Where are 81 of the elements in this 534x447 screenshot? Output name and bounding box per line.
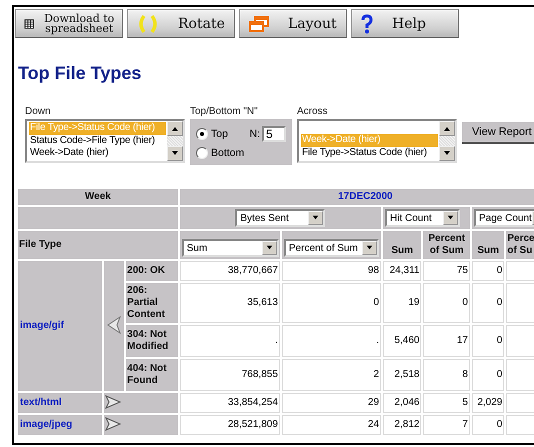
field-label: Down bbox=[25, 106, 52, 118]
table-cell: 2 bbox=[282, 359, 382, 391]
row-header: 200: OK bbox=[126, 261, 178, 281]
table-cell: 24,311 bbox=[383, 261, 422, 281]
table-cell: 19 bbox=[383, 283, 422, 323]
scroll-up-icon[interactable] bbox=[439, 121, 455, 136]
toolbar-button[interactable]: Download to spreadsheet bbox=[15, 9, 123, 38]
table-cell: 17 bbox=[423, 325, 470, 357]
file-type-link[interactable]: image/jpeg bbox=[18, 415, 102, 435]
field-label: Top/Bottom "N" bbox=[190, 106, 259, 118]
measure-select[interactable]: Page Count bbox=[474, 209, 534, 227]
table-cell: 29 bbox=[282, 393, 382, 413]
caret-icon[interactable] bbox=[443, 211, 458, 225]
table-cell: 33,854,254 bbox=[180, 393, 280, 413]
windows-icon bbox=[248, 14, 270, 32]
list-option[interactable]: File Type->Status Code (hier) bbox=[301, 146, 438, 159]
scroll-down-icon[interactable] bbox=[439, 146, 455, 161]
question-icon bbox=[360, 14, 374, 34]
table-cell: 5,460 bbox=[383, 325, 422, 357]
column-header: Week bbox=[18, 189, 178, 205]
caret-icon[interactable] bbox=[308, 211, 324, 225]
table-cell: 5 bbox=[423, 393, 470, 413]
table-cell: 0 bbox=[472, 283, 504, 323]
table-cell: 7 bbox=[423, 415, 470, 435]
page-title: Top File Types bbox=[18, 62, 142, 84]
table-cell: 75 bbox=[423, 261, 470, 281]
table-cell: 0 bbox=[472, 325, 504, 357]
row-header: 304: Not Modified bbox=[126, 325, 178, 357]
down-listbox[interactable]: File Type->Status Code (hier) Status Code->File Type (hier) Week->Date (hier) bbox=[25, 119, 185, 163]
measure-select[interactable]: Sum bbox=[182, 239, 279, 257]
table-cell: 0 bbox=[472, 261, 504, 281]
table-cell: 8 bbox=[423, 359, 470, 391]
row-header: 404: Not Found bbox=[126, 359, 178, 391]
column-header: Sum bbox=[383, 231, 422, 259]
measure-select[interactable]: Bytes Sent bbox=[235, 209, 326, 227]
table-cell: 2,518 bbox=[383, 359, 422, 391]
toolbar-button[interactable]: Layout bbox=[239, 9, 347, 38]
table-cell: 98 bbox=[282, 261, 382, 281]
table-cell: 38,770,667 bbox=[180, 261, 280, 281]
caret-icon[interactable] bbox=[362, 241, 377, 255]
column-header: File Type bbox=[18, 231, 178, 259]
table-cell: 2,029 bbox=[472, 393, 504, 413]
radio-option[interactable]: Bottom bbox=[196, 146, 247, 158]
file-type-link[interactable]: image/gif bbox=[18, 261, 102, 391]
column-header: Percent of Sum bbox=[423, 231, 470, 259]
across-listbox[interactable]: Week->Date (hier) File Type->Status Code (hier) bbox=[297, 119, 457, 163]
column-header: Sum bbox=[472, 231, 504, 259]
scroll-up-icon[interactable] bbox=[167, 121, 183, 136]
caret-icon[interactable] bbox=[262, 241, 277, 255]
table-cell: . bbox=[180, 325, 280, 357]
date-header: 17DEC2000 bbox=[180, 189, 534, 205]
radio-option[interactable]: Top bbox=[196, 128, 247, 140]
view-report-button[interactable]: View Report bbox=[462, 122, 534, 144]
table-cell: 0 bbox=[472, 359, 504, 391]
table-cell: 768,855 bbox=[180, 359, 280, 391]
table-cell: 0 bbox=[472, 415, 504, 435]
table-cell: . bbox=[282, 325, 382, 357]
column-header: Perce of Su bbox=[506, 231, 534, 259]
row-header: 206: Partial Content bbox=[126, 283, 178, 323]
scroll-down-icon[interactable] bbox=[167, 146, 183, 161]
field-label: Across bbox=[297, 106, 329, 118]
table-cell: 0 bbox=[423, 283, 470, 323]
toolbar-button[interactable]: Rotate bbox=[127, 9, 235, 38]
table-cell: 28,521,809 bbox=[180, 415, 280, 435]
file-type-link[interactable]: text/html bbox=[18, 393, 102, 413]
table-cell: 35,613 bbox=[180, 283, 280, 323]
expand-arrow-icon[interactable] bbox=[104, 416, 122, 432]
list-option[interactable]: Status Code->File Type (hier) bbox=[29, 134, 166, 147]
table-cell: 2,046 bbox=[383, 393, 422, 413]
expand-arrow-icon[interactable] bbox=[104, 394, 122, 410]
collapse-arrow-icon[interactable] bbox=[106, 314, 122, 334]
list-option[interactable]: Week->Date (hier) bbox=[29, 147, 166, 160]
table-cell: 0 bbox=[282, 283, 382, 323]
table-cell: 2,812 bbox=[383, 415, 422, 435]
measure-select[interactable]: Percent of Sum bbox=[284, 239, 379, 257]
table-cell: 24 bbox=[282, 415, 382, 435]
n-input-field[interactable]: 5 bbox=[262, 126, 286, 142]
toolbar-button[interactable]: Help bbox=[351, 9, 459, 38]
field-label: N: bbox=[250, 128, 260, 140]
measure-select[interactable]: Hit Count bbox=[385, 209, 460, 227]
rotate-icon bbox=[136, 12, 160, 34]
